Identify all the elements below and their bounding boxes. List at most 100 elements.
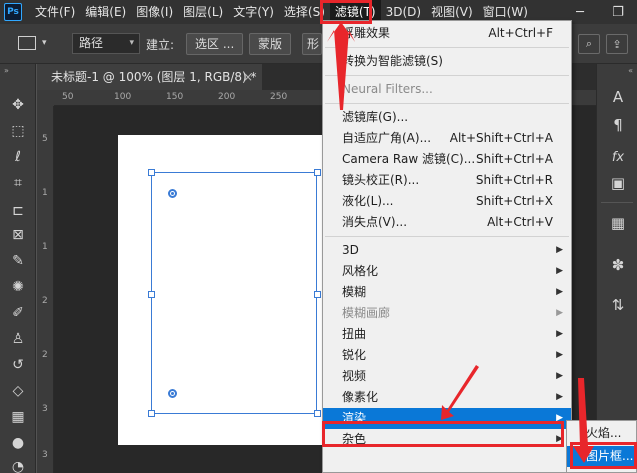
document-tab[interactable]: 未标题-1 @ 100% (图层 1, RGB/8) * × — [37, 64, 262, 90]
ruler-label: 5 — [42, 134, 48, 144]
transform-handle[interactable] — [148, 410, 155, 417]
menu-item-label: 像素化 — [342, 390, 379, 404]
filter-menu-item[interactable]: 滤镜库(G)... — [323, 107, 571, 128]
filter-menu-item[interactable]: 锐化 ▶ — [323, 345, 571, 366]
menu-item-label: 3D — [342, 243, 359, 257]
ruler-label: 1 — [42, 188, 48, 198]
filter-menu-item[interactable]: 自适应广角(A)... Alt+Shift+Ctrl+A — [323, 128, 571, 149]
menu-item-label: 镜头校正(R)... — [342, 173, 420, 187]
transform-handle[interactable] — [314, 410, 321, 417]
paths-icon[interactable]: ⇅ — [605, 294, 631, 316]
filter-menu-dropdown: 浮雕效果 Alt+Ctrl+F 转换为智能滤镜(S) Neural Filters..… — [322, 20, 572, 473]
submenu-arrow-icon: ▶ — [556, 350, 563, 360]
panel-divider — [601, 202, 633, 203]
dodge-icon[interactable]: ◔ — [6, 456, 30, 473]
paragraph-icon[interactable]: ¶ — [605, 114, 631, 136]
ruler-label: 100 — [114, 92, 132, 102]
submenu-arrow-icon: ▶ — [556, 371, 563, 381]
make-selection-button[interactable]: 选区 ... — [186, 33, 244, 55]
character-icon[interactable]: A — [605, 86, 631, 108]
menu-item-0[interactable]: 文件(F) — [30, 0, 80, 24]
menu-item-label: Camera Raw 滤镜(C)... — [342, 152, 476, 166]
filter-menu-item[interactable]: Camera Raw 滤镜(C)... Shift+Ctrl+A — [323, 149, 571, 170]
filter-menu-item[interactable]: 扭曲 ▶ — [323, 324, 571, 345]
transform-handle[interactable] — [148, 169, 155, 176]
gradient-icon[interactable]: ▦ — [6, 406, 30, 428]
frame-icon[interactable]: ⊠ — [6, 224, 30, 246]
blur-icon[interactable]: ● — [6, 432, 30, 454]
chevron-down-icon[interactable]: ▾ — [42, 38, 47, 48]
filter-menu-item[interactable]: 3D ▶ — [323, 240, 571, 261]
share-icon[interactable]: ⇪ — [606, 34, 628, 54]
filter-menu-item[interactable]: 浮雕效果 Alt+Ctrl+F — [323, 23, 571, 44]
path-bounding-box[interactable] — [151, 172, 317, 414]
menu-item-label: 视频 — [342, 369, 367, 383]
filter-menu-item: Neural Filters... — [323, 79, 571, 100]
menu-item-label: 锐化 — [342, 348, 367, 362]
annotation-highlight-render-item — [322, 421, 564, 447]
photoshop-logo-icon: Ps — [4, 3, 22, 21]
close-icon[interactable]: × — [243, 64, 253, 90]
filter-menu-item[interactable]: 消失点(V)... Alt+Ctrl+V — [323, 212, 571, 233]
collapse-icon[interactable]: » — [4, 66, 9, 75]
menu-item-2[interactable]: 图像(I) — [131, 0, 178, 24]
color-icon[interactable]: ✽ — [605, 254, 631, 276]
libraries-icon[interactable]: ▣ — [605, 172, 631, 194]
path-anchor-point[interactable] — [168, 189, 177, 198]
submenu-arrow-icon: ▶ — [556, 266, 563, 276]
filter-menu-item: 模糊画廊 ▶ — [323, 303, 571, 324]
quick-select-icon[interactable]: ⌗ — [6, 172, 30, 194]
transform-handle[interactable] — [314, 169, 321, 176]
filter-menu-item[interactable]: 模糊 ▶ — [323, 282, 571, 303]
crop-icon[interactable]: ⊏ — [6, 200, 30, 222]
filter-menu-item[interactable]: 镜头校正(R)... Shift+Ctrl+R — [323, 170, 571, 191]
path-mode-value: 路径 — [79, 36, 104, 50]
path-mode-select[interactable]: 路径 ▾ — [72, 33, 140, 54]
right-panel-dock: « A ¶ fx ▣ ▦ ✽ ⇅ — [596, 64, 637, 473]
clone-stamp-icon[interactable]: ♙ — [6, 328, 30, 350]
healing-brush-icon[interactable]: ✺ — [6, 276, 30, 298]
styles-icon[interactable]: fx — [605, 146, 631, 168]
collapse-icon[interactable]: « — [628, 66, 633, 75]
menu-item-4[interactable]: 文字(Y) — [228, 0, 279, 24]
swatches-icon[interactable]: ▦ — [605, 212, 631, 234]
filter-menu-item[interactable]: 液化(L)... Shift+Ctrl+X — [323, 191, 571, 212]
filter-menu-item[interactable]: 像素化 ▶ — [323, 387, 571, 408]
ruler-corner — [37, 90, 54, 106]
transform-handle[interactable] — [314, 291, 321, 298]
search-icon[interactable]: ⌕ — [578, 34, 600, 54]
make-shape-button[interactable]: 形 — [302, 33, 322, 55]
ruler-label: 150 — [166, 92, 184, 102]
eraser-icon[interactable]: ◇ — [6, 380, 30, 402]
vertical-ruler[interactable]: 5 1 1 2 2 3 3 — [37, 106, 54, 473]
restore-button[interactable]: ❐ — [599, 0, 637, 24]
menu-separator — [325, 47, 569, 48]
filter-menu-item[interactable]: 转换为智能滤镜(S) — [323, 51, 571, 72]
make-mask-button[interactable]: 蒙版 — [249, 33, 292, 55]
tools-panel: » ✥ ⬚ ℓ ⌗ ⊏ ⊠ ✎ ✺ ✐ ♙ ↺ ◇ ▦ ● ◔ — [0, 64, 36, 473]
menu-item-label: 扭曲 — [342, 327, 367, 341]
transform-handle[interactable] — [148, 291, 155, 298]
menu-separator — [325, 236, 569, 237]
filter-menu-item[interactable]: 视频 ▶ — [323, 366, 571, 387]
path-anchor-point[interactable] — [168, 389, 177, 398]
brush-icon[interactable]: ✐ — [6, 302, 30, 324]
build-label: 建立: — [146, 38, 175, 52]
history-brush-icon[interactable]: ↺ — [6, 354, 30, 376]
ruler-label: 3 — [42, 404, 48, 414]
menu-item-1[interactable]: 编辑(E) — [80, 0, 131, 24]
ruler-label: 2 — [42, 296, 48, 306]
menu-item-shortcut: Shift+Ctrl+A — [476, 152, 553, 166]
menu-item-shortcut: Alt+Ctrl+F — [488, 26, 553, 40]
filter-menu-item[interactable]: 风格化 ▶ — [323, 261, 571, 282]
ruler-label: 3 — [42, 450, 48, 460]
lasso-icon[interactable]: ℓ — [6, 146, 30, 168]
marquee-icon[interactable]: ⬚ — [6, 120, 30, 142]
submenu-arrow-icon: ▶ — [556, 329, 563, 339]
menu-item-3[interactable]: 图层(L) — [178, 0, 228, 24]
rectangle-shape-icon[interactable] — [18, 36, 36, 50]
menu-item-label: 浮雕效果 — [342, 26, 391, 40]
move-icon[interactable]: ✥ — [6, 94, 30, 116]
flame-menu-item[interactable]: 火焰... — [567, 423, 636, 444]
eyedropper-icon[interactable]: ✎ — [6, 250, 30, 272]
